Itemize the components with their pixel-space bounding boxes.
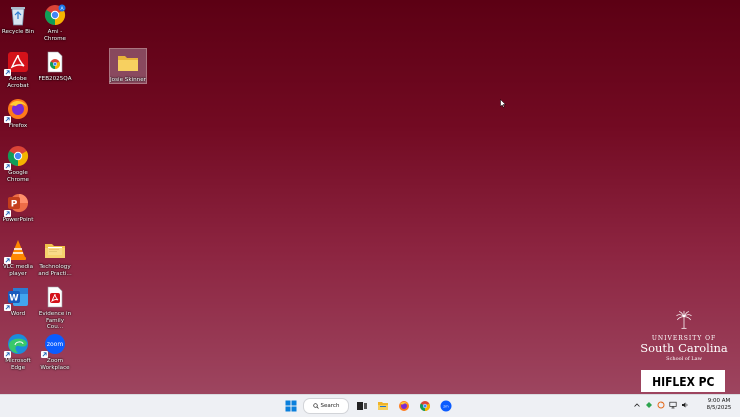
pdf-file-icon	[43, 285, 67, 309]
logo-state-text: South Carolina	[640, 341, 728, 355]
shortcut-arrow-icon	[4, 163, 11, 170]
vlc-icon	[4, 238, 30, 264]
system-tray	[632, 399, 689, 411]
chrome-file-icon	[43, 50, 67, 74]
desktop-icon-josie-skinner-folder[interactable]: Josie Skinner	[109, 48, 147, 84]
icon-label: VLC media player	[2, 264, 34, 277]
edge-icon	[4, 332, 30, 358]
firefox-taskbar-button[interactable]	[395, 398, 412, 414]
icon-label: Adobe Acrobat	[7, 76, 29, 89]
svg-text:zoom: zoom	[47, 341, 63, 348]
recycle-bin-icon	[6, 3, 30, 27]
desktop-icon-powerpoint[interactable]: P PowerPoint	[0, 191, 36, 235]
taskbar-clock[interactable]: 9:00 AM 8/5/2025	[700, 398, 738, 412]
icon-label: Google Chrome	[7, 170, 29, 183]
usc-law-logo: UNIVERSITY OF South Carolina School of L…	[634, 309, 734, 363]
update-icon	[657, 401, 664, 409]
network-icon	[645, 402, 652, 408]
file-explorer-icon	[377, 402, 388, 410]
tray-volume-button[interactable]	[680, 399, 689, 411]
shortcut-arrow-icon	[4, 210, 11, 217]
taskbar-search-box[interactable]: Search	[303, 398, 349, 414]
desktop-icon-adobe-acrobat[interactable]: Adobe Acrobat	[0, 50, 36, 94]
desktop-icon-google-chrome[interactable]: Google Chrome	[0, 144, 36, 188]
zoom-taskbar-button[interactable]: zm	[437, 398, 454, 414]
svg-text:P: P	[11, 200, 18, 210]
tray-network-app[interactable]	[644, 399, 653, 411]
file-explorer-button[interactable]	[374, 398, 391, 414]
icon-label: Ami - Chrome	[44, 29, 66, 42]
desktop-icon-feb2025qa[interactable]: FEB2025QA	[37, 50, 73, 94]
folder-icon	[43, 238, 67, 262]
taskbar: Search zm 9:00 AM 8/5/2025	[0, 394, 740, 417]
desktop-icon-vlc[interactable]: VLC media player	[0, 238, 36, 282]
search-icon	[312, 403, 319, 409]
shortcut-arrow-icon	[4, 69, 11, 76]
shortcut-arrow-icon	[4, 351, 11, 358]
icon-label: Firefox	[8, 123, 28, 129]
icon-label: Word	[10, 311, 26, 317]
word-icon: W	[4, 285, 30, 311]
svg-text:W: W	[9, 294, 19, 304]
shortcut-arrow-icon	[4, 116, 11, 123]
chrome-profile-icon: A	[43, 3, 67, 27]
icon-label: Recycle Bin	[1, 29, 35, 35]
icon-label: Josie Skinner	[110, 77, 146, 83]
shortcut-arrow-icon	[4, 304, 11, 311]
task-view-icon	[356, 402, 367, 410]
chrome-taskbar-button[interactable]	[416, 398, 433, 414]
icon-label: Zoom Workplace	[40, 358, 70, 371]
desktop-icon-recycle-bin[interactable]: Recycle Bin	[0, 3, 36, 47]
chevron-up-icon	[633, 403, 640, 407]
shortcut-arrow-icon	[41, 351, 48, 358]
icon-label: Technology and Practi...	[38, 264, 72, 277]
search-label: Search	[320, 403, 340, 409]
zoom-icon: zoom	[41, 332, 67, 358]
icon-label: Evidence in Family Cou...	[38, 311, 72, 330]
icon-label: PowerPoint	[2, 217, 34, 223]
mouse-cursor-icon	[500, 99, 506, 108]
desktop[interactable]: Recycle Bin Adobe Acrobat Firefox Google…	[0, 0, 740, 394]
start-button[interactable]	[282, 398, 299, 414]
tray-update-app[interactable]	[656, 399, 665, 411]
icon-label: Microsoft Edge	[5, 358, 31, 371]
firefox-icon	[4, 97, 30, 123]
logo-school-text: School of Law	[666, 356, 702, 362]
hiflex-pc-badge: HIFLEX PC	[641, 370, 725, 392]
desktop-icon-technology-folder[interactable]: Technology and Practi...	[37, 238, 73, 282]
desktop-icon-word[interactable]: W Word	[0, 285, 36, 329]
icon-label: FEB2025QA	[38, 76, 72, 82]
desktop-icon-evidence-pdf[interactable]: Evidence in Family Cou...	[37, 285, 73, 330]
google-chrome-icon	[4, 144, 30, 170]
volume-icon	[681, 402, 687, 408]
svg-text:zm: zm	[443, 404, 449, 408]
windows-start-icon	[285, 400, 296, 412]
adobe-acrobat-icon	[4, 50, 30, 76]
desktop-icon-ami-chrome[interactable]: A Ami - Chrome	[37, 3, 73, 47]
taskbar-apps: Search zm	[282, 398, 454, 414]
tray-display-button[interactable]	[668, 399, 677, 411]
palmetto-tree-icon	[676, 310, 692, 329]
desktop-icon-microsoft-edge[interactable]: Microsoft Edge	[0, 332, 36, 376]
firefox-icon	[398, 401, 409, 411]
show-hidden-icons-button[interactable]	[632, 399, 641, 411]
desktop-icon-zoom-workplace[interactable]: zoom Zoom Workplace	[37, 332, 73, 376]
desktop-icon-firefox[interactable]: Firefox	[0, 97, 36, 141]
clock-time: 9:00 AM	[707, 398, 731, 404]
zoom-icon: zm	[440, 400, 451, 412]
clock-date: 8/5/2025	[706, 405, 732, 411]
display-icon	[668, 401, 677, 409]
shortcut-arrow-icon	[4, 257, 11, 264]
folder-icon	[116, 51, 140, 75]
google-chrome-icon	[419, 401, 430, 411]
task-view-button[interactable]	[353, 398, 370, 414]
powerpoint-icon: P	[4, 191, 30, 217]
